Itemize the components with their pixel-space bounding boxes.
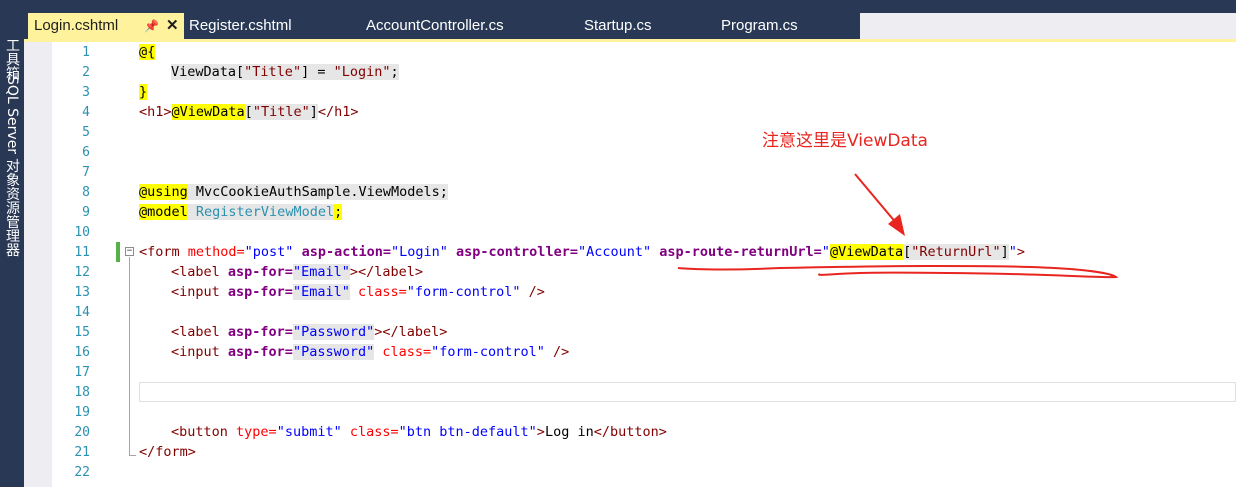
- annotation-overlay: [677, 173, 1119, 279]
- annotation-arrow-shaft: [854, 173, 898, 225]
- annotation-arrow: [854, 173, 905, 236]
- annotation-underline: [677, 264, 1119, 279]
